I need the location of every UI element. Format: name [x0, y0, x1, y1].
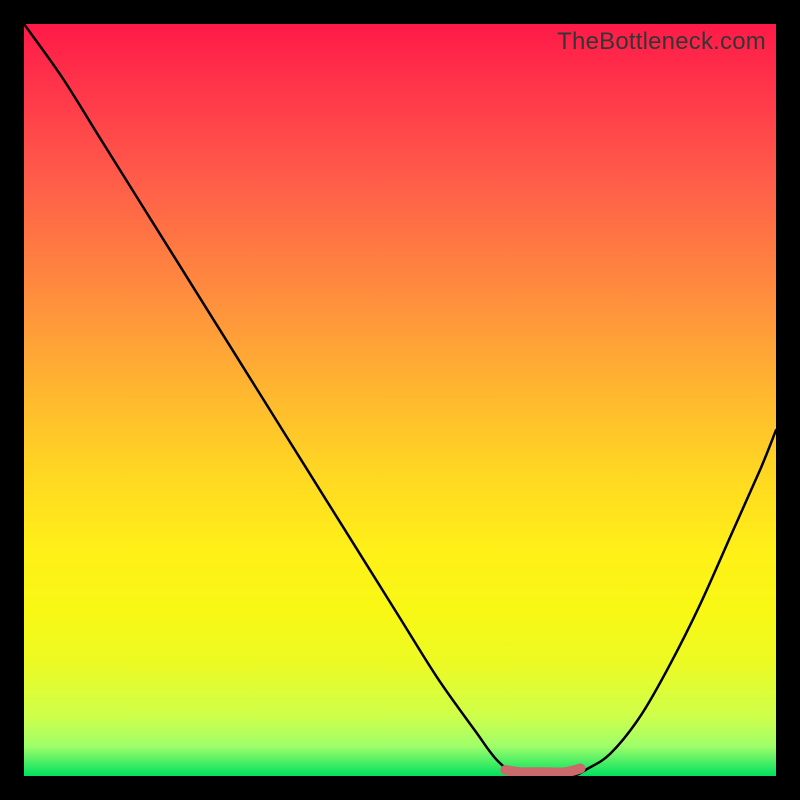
chart-svg: [24, 24, 776, 776]
bottleneck-curve: [24, 24, 776, 776]
plot-area: TheBottleneck.com: [24, 24, 776, 776]
bottom-marker: [505, 769, 580, 773]
chart-container: TheBottleneck.com: [0, 0, 800, 800]
